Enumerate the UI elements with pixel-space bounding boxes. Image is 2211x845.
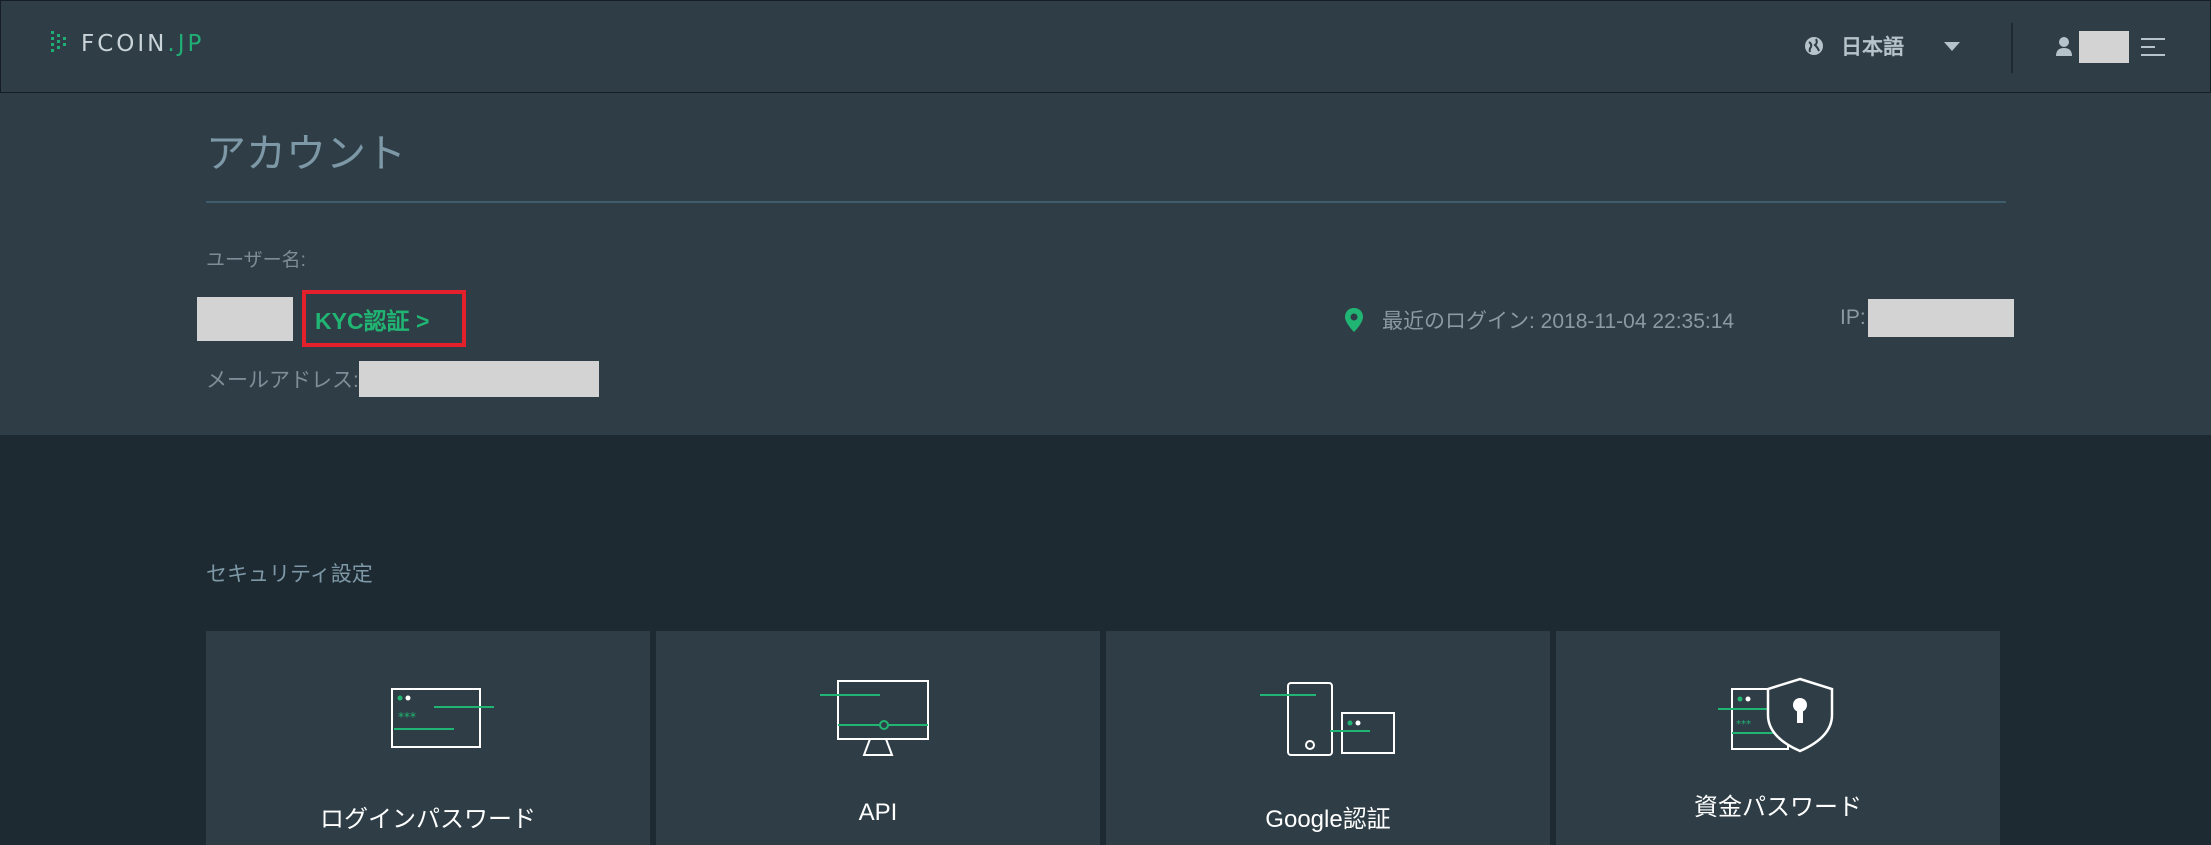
- last-login-row: 最近のログイン: 2018-11-04 22:35:14: [1344, 305, 1734, 335]
- login-password-card[interactable]: *** ログインパスワード: [206, 631, 650, 845]
- card-label: API: [858, 799, 898, 826]
- user-icon: [2056, 37, 2072, 56]
- api-monitor-icon: [820, 680, 929, 756]
- header-divider: [2011, 23, 2013, 73]
- redacted-ip-value: [1867, 299, 2014, 337]
- last-login-text: 最近のログイン: 2018-11-04 22:35:14: [1382, 310, 1735, 333]
- login-password-icon: ***: [391, 688, 494, 748]
- menu-icon[interactable]: [2139, 35, 2167, 59]
- logo-dots-icon: [51, 31, 66, 52]
- fund-password-card[interactable]: *** 資金パスワード: [1556, 631, 2000, 845]
- security-settings-title: セキュリティ設定: [206, 563, 373, 586]
- chevron-down-icon: [1944, 41, 1960, 51]
- logo-main-text: FCOIN: [81, 31, 168, 57]
- location-pin-icon: [1345, 308, 1363, 332]
- account-panel: アカウント ユーザー名: KYC認証 > メールアドレス: 最近のログイン: 2…: [0, 93, 2211, 435]
- api-card[interactable]: API: [656, 631, 1100, 845]
- email-row: メールアドレス:: [206, 361, 599, 397]
- kyc-link-label: KYC認証 >: [315, 307, 430, 334]
- title-divider: [206, 201, 2006, 203]
- svg-text:***: ***: [1736, 719, 1751, 730]
- svg-text:***: ***: [398, 710, 416, 724]
- logo-suffix-text: .JP: [167, 31, 205, 57]
- google-auth-device-icon: [1260, 682, 1395, 756]
- redacted-username-value: [197, 297, 293, 341]
- ip-row: IP:: [1840, 299, 2014, 337]
- fcoin-logo[interactable]: FCOIN.JP: [51, 31, 204, 57]
- redacted-username: [2079, 31, 2129, 63]
- username-label: ユーザー名:: [206, 250, 306, 271]
- user-menu[interactable]: [2055, 31, 2167, 63]
- card-label: ログインパスワード: [320, 806, 536, 833]
- email-label: メールアドレス:: [206, 369, 359, 392]
- page-title: アカウント: [206, 132, 406, 176]
- top-navbar: FCOIN.JP 日本語: [0, 0, 2211, 93]
- language-selector[interactable]: 日本語: [1803, 31, 1960, 61]
- ip-label: IP:: [1840, 306, 1866, 329]
- redacted-email-value: [358, 361, 599, 397]
- language-label: 日本語: [1841, 36, 1904, 59]
- google-auth-card[interactable]: Google認証: [1106, 631, 1550, 845]
- card-label: Google認証: [1265, 806, 1391, 833]
- kyc-verification-link[interactable]: KYC認証 >: [302, 290, 466, 347]
- fund-password-shield-icon: ***: [1718, 677, 1834, 753]
- globe-icon: [1805, 37, 1823, 55]
- card-label: 資金パスワード: [1694, 794, 1862, 821]
